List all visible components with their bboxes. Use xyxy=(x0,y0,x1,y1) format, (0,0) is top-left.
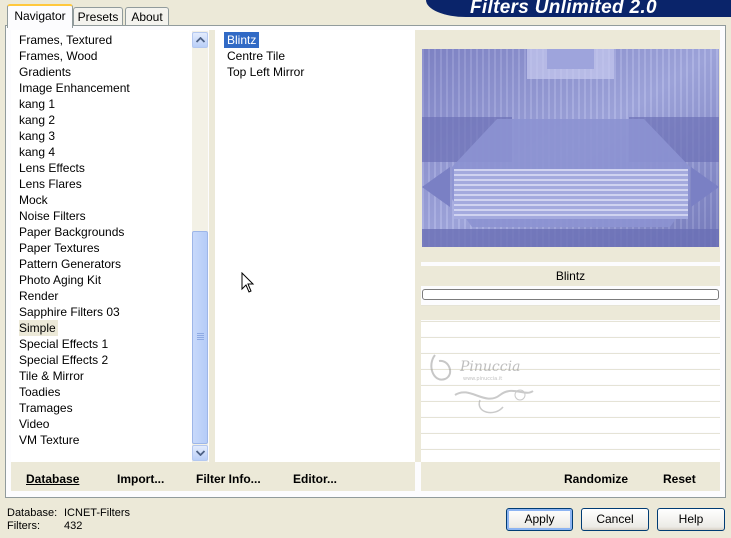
editor-label: Editor... xyxy=(293,472,338,486)
category-item[interactable]: Photo Aging Kit xyxy=(19,272,103,288)
filter-item[interactable]: Blintz xyxy=(224,32,260,48)
tab-navigator[interactable]: Navigator xyxy=(7,4,73,28)
category-list[interactable]: Frames, Textured Frames, Wood Gradients Ima… xyxy=(11,30,192,462)
param-row xyxy=(421,433,720,448)
category-item[interactable]: Image Enhancement xyxy=(19,80,132,96)
watermark-text: Pinuccia xyxy=(459,359,520,375)
filter-item[interactable]: Centre Tile xyxy=(227,48,285,64)
filter-item[interactable]: Top Left Mirror xyxy=(227,64,304,80)
category-item[interactable]: Toadies xyxy=(19,384,62,400)
category-item[interactable]: Simple xyxy=(19,320,58,336)
scroll-up-button[interactable] xyxy=(192,32,208,48)
tab-about[interactable]: About xyxy=(125,7,169,27)
filters-count: 432 xyxy=(64,520,83,532)
app-title: Filters Unlimited 2.0 xyxy=(470,0,657,18)
category-item[interactable]: kang 2 xyxy=(19,112,57,128)
category-item[interactable]: Paper Backgrounds xyxy=(19,224,126,240)
reset-label: Reset xyxy=(663,472,696,486)
category-item[interactable]: Lens Effects xyxy=(19,160,87,176)
filter-info-button[interactable]: Filter Info... xyxy=(196,472,261,486)
category-item[interactable]: kang 4 xyxy=(19,144,57,160)
category-item[interactable]: Render xyxy=(19,288,60,304)
apply-label: Apply xyxy=(524,512,555,526)
randomize-button[interactable]: Randomize xyxy=(564,472,628,486)
filters-label-static: Filters: xyxy=(7,520,40,532)
arrow-down-icon xyxy=(195,450,205,456)
tab-presets[interactable]: Presets xyxy=(73,7,123,27)
progress-bar xyxy=(422,289,719,300)
watermark-sub: www.pinuccia.it xyxy=(463,376,502,382)
apply-button[interactable]: Apply xyxy=(506,508,573,531)
tab-navigator-label: Navigator xyxy=(14,9,66,23)
category-item[interactable]: Pattern Generators xyxy=(19,256,123,272)
scrollbar-thumb[interactable] xyxy=(192,231,208,444)
preview-image xyxy=(422,49,719,247)
scroll-down-button[interactable] xyxy=(192,445,208,461)
randomize-label: Randomize xyxy=(564,472,629,486)
database-label: Database xyxy=(26,472,80,486)
cancel-label: Cancel xyxy=(596,512,634,526)
mouse-cursor-icon xyxy=(241,271,255,297)
import-button[interactable]: Import... xyxy=(117,472,164,486)
cancel-button[interactable]: Cancel xyxy=(581,508,649,531)
category-item[interactable]: Frames, Wood xyxy=(19,48,99,64)
help-label: Help xyxy=(678,512,704,526)
filter-info-label: Filter Info... xyxy=(196,472,261,486)
help-button[interactable]: Help xyxy=(657,508,725,531)
category-item[interactable]: VM Texture xyxy=(19,432,81,448)
watermark-logo: Pinuccia www.pinuccia.it xyxy=(425,345,555,420)
param-row xyxy=(421,305,720,320)
param-row xyxy=(421,321,720,336)
category-item[interactable]: kang 3 xyxy=(19,128,57,144)
filter-list[interactable]: Blintz Centre Tile Top Left Mirror xyxy=(215,30,415,462)
editor-button[interactable]: Editor... xyxy=(293,472,337,486)
category-item[interactable]: Tramages xyxy=(19,400,75,416)
category-item[interactable]: Video xyxy=(19,416,51,432)
category-item[interactable]: Paper Textures xyxy=(19,240,102,256)
reset-button[interactable]: Reset xyxy=(663,472,696,486)
category-item[interactable]: Gradients xyxy=(19,64,73,80)
category-item[interactable]: Mock xyxy=(19,192,50,208)
category-item[interactable]: Sapphire Filters 03 xyxy=(19,304,122,320)
category-item[interactable]: Frames, Textured xyxy=(19,32,114,48)
tab-presets-label: Presets xyxy=(77,10,119,24)
category-item[interactable]: Special Effects 1 xyxy=(19,336,110,352)
selected-filter-name: Blintz xyxy=(421,266,720,286)
category-item[interactable]: Lens Flares xyxy=(19,176,84,192)
database-label-static: Database: xyxy=(7,507,58,519)
category-item[interactable]: Tile & Mirror xyxy=(19,368,86,384)
category-item[interactable]: kang 1 xyxy=(19,96,57,112)
category-item[interactable]: Noise Filters xyxy=(19,208,88,224)
database-button[interactable]: Database xyxy=(26,472,79,486)
param-row xyxy=(421,449,720,462)
arrow-up-icon xyxy=(195,37,205,43)
database-value: ICNET-Filters xyxy=(64,507,130,519)
import-label: Import... xyxy=(117,472,165,486)
category-item[interactable]: Special Effects 2 xyxy=(19,352,110,368)
tab-about-label: About xyxy=(131,10,163,24)
